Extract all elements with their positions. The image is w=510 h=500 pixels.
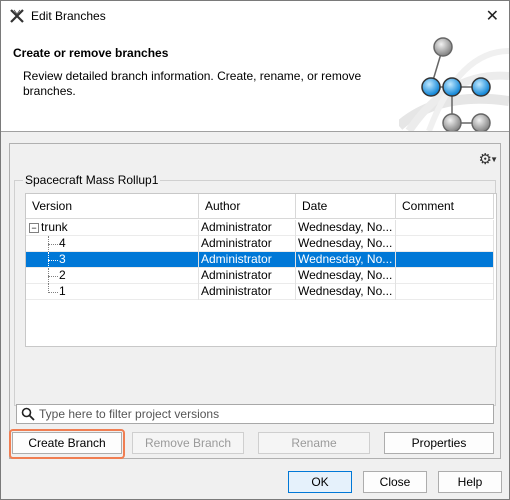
help-button[interactable]: Help — [438, 471, 502, 493]
comment-cell — [396, 236, 494, 252]
rename-button[interactable]: Rename — [258, 432, 370, 454]
ok-button[interactable]: OK — [288, 471, 352, 493]
comment-cell — [396, 268, 494, 284]
filter-input[interactable] — [39, 406, 479, 422]
remove-branch-button[interactable]: Remove Branch — [132, 432, 244, 454]
author-cell: Administrator — [199, 268, 296, 284]
title-bar: Edit Branches ✕ — [1, 1, 509, 31]
date-cell: Wednesday, No... — [296, 236, 396, 252]
comment-cell — [396, 284, 494, 300]
version-cell: 1 — [59, 284, 66, 298]
header-description: Review detailed branch information. Crea… — [23, 69, 362, 98]
close-button[interactable]: Close — [363, 471, 427, 493]
version-cell: 4 — [59, 236, 66, 250]
chevron-down-icon[interactable]: ▼ — [490, 155, 498, 164]
version-cell: 3 — [59, 252, 66, 266]
author-cell: Administrator — [199, 220, 296, 236]
column-header-author[interactable]: Author — [199, 194, 296, 218]
versions-table: Version Author Date Comment − trunk Admi… — [25, 193, 497, 347]
version-cell: 2 — [59, 268, 66, 282]
close-window-icon[interactable]: ✕ — [486, 6, 499, 26]
project-group: Spacecraft Mass Rollup1 Version Author D… — [14, 173, 497, 406]
properties-button[interactable]: Properties — [384, 432, 494, 454]
table-row[interactable]: 1 Administrator Wednesday, No... — [26, 284, 494, 300]
comment-cell — [396, 252, 494, 268]
column-header-comment[interactable]: Comment — [396, 194, 494, 218]
branches-graphic-icon — [399, 37, 509, 131]
column-header-date[interactable]: Date — [296, 194, 396, 218]
table-header: Version Author Date Comment — [26, 194, 494, 219]
header-title: Create or remove branches — [13, 46, 169, 60]
dialog-header: Create or remove branches Review detaile… — [1, 31, 509, 132]
author-cell: Administrator — [199, 284, 296, 300]
date-cell: Wednesday, No... — [296, 284, 396, 300]
create-branch-highlight — [9, 429, 125, 459]
table-row[interactable]: 4 Administrator Wednesday, No... — [26, 236, 494, 252]
table-row[interactable]: 2 Administrator Wednesday, No... — [26, 268, 494, 284]
app-logo-icon — [10, 9, 24, 23]
table-row[interactable]: − trunk Administrator Wednesday, No... — [26, 220, 494, 236]
date-cell: Wednesday, No... — [296, 220, 396, 236]
collapse-icon[interactable]: − — [29, 223, 39, 233]
author-cell: Administrator — [199, 252, 296, 268]
date-cell: Wednesday, No... — [296, 252, 396, 268]
version-cell: trunk — [41, 220, 68, 234]
window-title: Edit Branches — [31, 9, 106, 23]
filter-box[interactable] — [16, 404, 494, 424]
author-cell: Administrator — [199, 236, 296, 252]
search-icon — [21, 407, 35, 421]
branches-panel: ⚙ ▼ Spacecraft Mass Rollup1 Version Auth… — [9, 143, 501, 459]
date-cell: Wednesday, No... — [296, 268, 396, 284]
column-header-version[interactable]: Version — [26, 194, 199, 218]
comment-cell — [396, 220, 494, 236]
table-row-selected[interactable]: 3 Administrator Wednesday, No... — [26, 252, 494, 268]
project-name-label: Spacecraft Mass Rollup1 — [23, 173, 161, 187]
edit-branches-dialog: Edit Branches ✕ Create or remove branche… — [0, 0, 510, 500]
